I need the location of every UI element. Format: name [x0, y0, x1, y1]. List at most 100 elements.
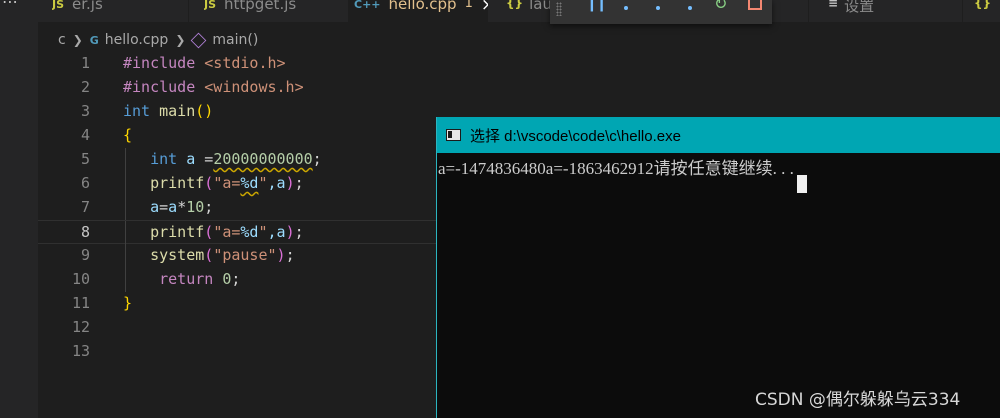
code-token: ": [258, 174, 268, 192]
code-token: (: [204, 246, 214, 264]
code-token: ): [204, 102, 214, 120]
breadcrumb: c ❯ G hello.cpp ❯ main(): [38, 28, 258, 52]
code-token: int: [123, 102, 151, 120]
code-token: return: [159, 270, 214, 288]
code-line[interactable]: 1 #include <stdio.h>: [38, 52, 1000, 76]
code-token: main: [159, 102, 196, 120]
code-token: printf: [150, 223, 205, 241]
tab-divider: [962, 0, 963, 22]
line-number: 9: [80, 246, 90, 264]
code-token: int: [150, 150, 178, 168]
code-token: ;: [312, 150, 322, 168]
code-token: "pause": [213, 246, 277, 264]
tab-json-file[interactable]: {}: [974, 0, 1000, 22]
code-token: ): [285, 223, 295, 241]
code-token: }: [123, 294, 133, 312]
line-number: 1: [80, 54, 90, 72]
problem-count-badge: 1: [464, 0, 473, 11]
code-token: ;: [294, 223, 304, 241]
line-number: 11: [71, 294, 90, 312]
code-token: system: [150, 246, 205, 264]
restart-icon[interactable]: ↻: [714, 0, 727, 13]
code-token: {: [123, 126, 133, 144]
code-token: (: [204, 223, 214, 241]
tab-label: httpget.js: [224, 0, 297, 13]
text-cursor: [797, 175, 807, 193]
tab-label: er.js: [72, 0, 103, 13]
code-token: a: [168, 198, 178, 216]
code-token: =: [159, 198, 169, 216]
code-token: ;: [204, 198, 214, 216]
pause-icon[interactable]: ❙❙: [586, 0, 608, 12]
step-over-icon[interactable]: [624, 6, 628, 10]
tab-httpget-js[interactable]: JS httpget.js: [204, 0, 334, 22]
console-titlebar[interactable]: 选择 d:\vscode\code\c\hello.exe: [437, 117, 1000, 153]
tab-settings[interactable]: ≡ 设置: [828, 0, 948, 22]
more-icon[interactable]: ⋯: [2, 0, 19, 11]
tab-divider: [188, 0, 189, 22]
tab-bar: JS er.js JS httpget.js C++ hello.cpp 1 ×…: [38, 0, 1000, 22]
code-token: 10: [186, 198, 205, 216]
code-token: "a=: [213, 174, 241, 192]
code-token: ): [276, 246, 286, 264]
chevron-right-icon: ❯: [175, 33, 186, 47]
activity-bar: ⋯: [0, 0, 38, 418]
line-number: 5: [80, 150, 90, 168]
code-token-warning: %d: [240, 174, 259, 192]
line-number: 4: [80, 126, 90, 144]
code-token: =: [204, 150, 214, 168]
cpp-file-icon: G: [89, 33, 99, 47]
cpp-file-icon: C++: [354, 0, 381, 11]
console-output: a=-1474836480a=-1863462912请按任意键继续. . .: [438, 159, 794, 178]
step-out-icon[interactable]: [688, 6, 692, 10]
code-token: ": [258, 223, 268, 241]
code-token: ,a: [267, 174, 286, 192]
tab-hello-cpp[interactable]: C++ hello.cpp 1 ×: [348, 0, 488, 22]
code-token: %d: [240, 223, 259, 241]
watermark: CSDN @偶尔躲躲乌云334: [755, 390, 961, 410]
code-token-warning: 20000000000: [213, 150, 313, 168]
code-token: *: [177, 198, 187, 216]
code-token: a: [150, 198, 160, 216]
json-file-icon: {}: [974, 0, 992, 10]
tab-er-js[interactable]: JS er.js: [52, 0, 167, 22]
breadcrumb-symbol[interactable]: main(): [212, 32, 258, 48]
console-window[interactable]: 选择 d:\vscode\code\c\hello.exe a=-1474836…: [436, 117, 1000, 418]
code-token: printf: [150, 174, 205, 192]
debug-toolbar: ❙❙ ↻: [550, 0, 772, 24]
breadcrumb-file[interactable]: hello.cpp: [105, 32, 169, 48]
tab-divider: [808, 0, 809, 22]
tab-label: lau: [529, 0, 552, 13]
tab-label: hello.cpp: [388, 0, 457, 13]
line-number: 13: [71, 342, 90, 360]
code-token: #include: [123, 78, 196, 96]
code-token: ): [285, 174, 295, 192]
code-token: (: [195, 102, 205, 120]
line-number: 12: [71, 318, 90, 336]
stop-icon[interactable]: [748, 0, 762, 10]
settings-file-icon: ≡: [828, 0, 839, 10]
code-token: ;: [285, 246, 295, 264]
code-line[interactable]: 2 #include <windows.h>: [38, 76, 1000, 100]
drag-handle-icon[interactable]: [556, 2, 562, 16]
tab-label: 设置: [844, 0, 875, 15]
code-token: (: [204, 174, 214, 192]
code-token: #include: [123, 54, 196, 72]
code-token: <stdio.h>: [204, 54, 286, 72]
line-number: 3: [80, 102, 90, 120]
code-token: <windows.h>: [204, 78, 304, 96]
close-icon[interactable]: ×: [481, 0, 488, 15]
code-token: a: [186, 150, 196, 168]
code-token: "a=: [213, 223, 241, 241]
console-app-icon: [446, 129, 461, 141]
step-into-icon[interactable]: [656, 6, 660, 10]
json-file-icon: {}: [506, 0, 524, 10]
console-title: 选择 d:\vscode\code\c\hello.exe: [470, 127, 681, 145]
js-file-icon: JS: [204, 0, 217, 11]
code-token: ;: [231, 270, 241, 288]
js-file-icon: JS: [52, 0, 65, 11]
line-number: 7: [80, 198, 90, 216]
line-number: 10: [71, 270, 90, 288]
breadcrumb-folder[interactable]: c: [58, 32, 66, 48]
chevron-right-icon: ❯: [72, 33, 83, 47]
